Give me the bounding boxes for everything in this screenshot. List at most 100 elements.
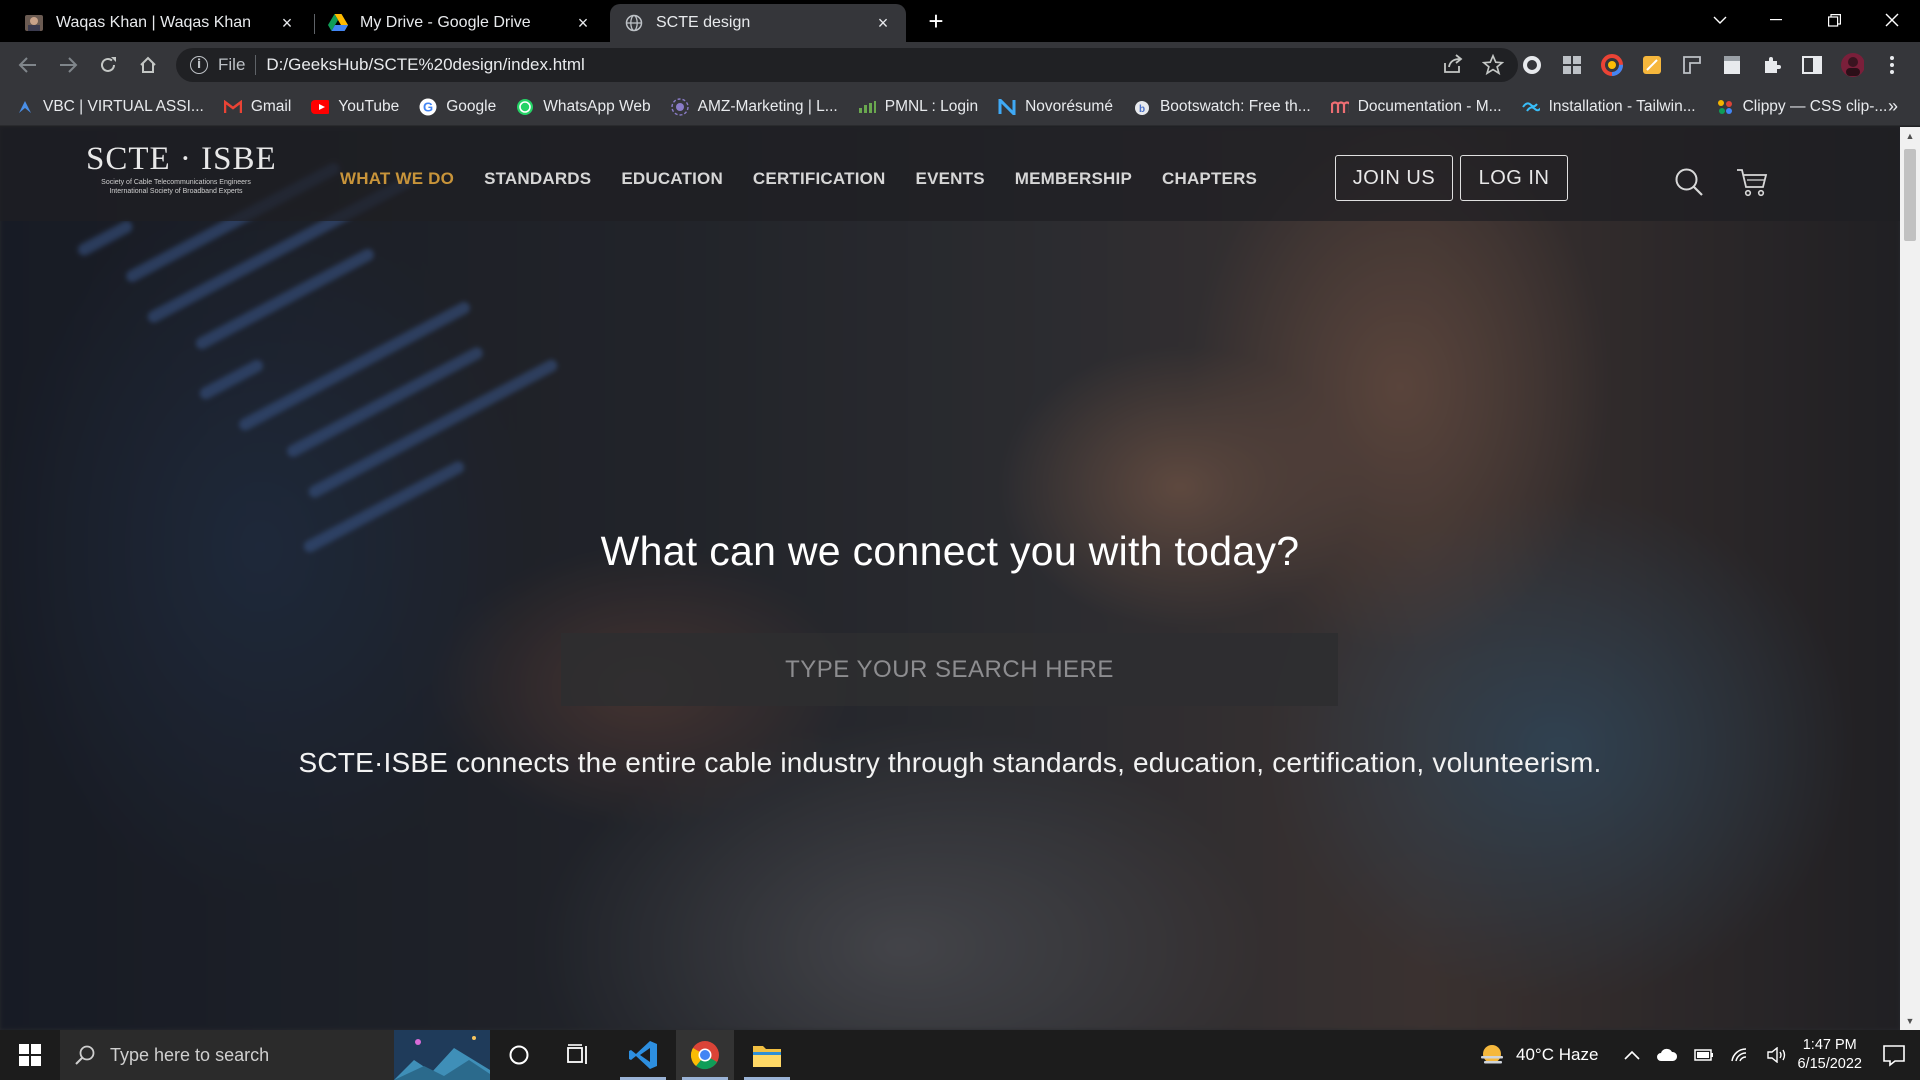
- amz-icon: [670, 97, 689, 116]
- forward-button[interactable]: [54, 51, 82, 79]
- bookmark-vbc[interactable]: VBC | VIRTUAL ASSI...: [16, 98, 204, 116]
- url-text[interactable]: D:/GeeksHub/SCTE%20design/index.html: [266, 55, 584, 75]
- bookmark-novoresume[interactable]: Novorésumé: [998, 98, 1113, 116]
- bookmark-clippy[interactable]: Clippy — CSS clip-...: [1716, 97, 1888, 116]
- tab-waqas-khan[interactable]: Waqas Khan | Waqas Khan ×: [10, 4, 310, 42]
- join-us-button[interactable]: JOIN US: [1335, 155, 1453, 201]
- extension-circle-icon[interactable]: [1520, 53, 1544, 77]
- start-button[interactable]: [0, 1030, 60, 1080]
- windows-logo-icon: [19, 1044, 41, 1066]
- scroll-up-arrow-icon[interactable]: ▲: [1900, 127, 1920, 145]
- nav-education[interactable]: EDUCATION: [621, 169, 723, 189]
- extension-page-icon[interactable]: [1720, 53, 1744, 77]
- taskbar-search-placeholder: Type here to search: [110, 1044, 270, 1065]
- windows-taskbar: Type here to search 40°C Haze 1:47 PM 6/…: [0, 1030, 1920, 1080]
- bookmark-label: WhatsApp Web: [543, 97, 651, 115]
- system-tray: [1624, 1030, 1788, 1080]
- chevron-up-icon[interactable]: [1624, 1050, 1640, 1060]
- tab-title: My Drive - Google Drive: [360, 14, 531, 31]
- bookmark-label: Novorésumé: [1025, 97, 1113, 115]
- extension-layout-icon[interactable]: [1680, 53, 1704, 77]
- bookmark-materialize[interactable]: Documentation - M...: [1330, 98, 1502, 116]
- google-icon: G: [419, 98, 437, 116]
- close-icon[interactable]: ×: [574, 14, 592, 32]
- scte-isbe-logo[interactable]: SCTE · ISBE Society of Cable Telecommuni…: [86, 141, 276, 196]
- bookmark-youtube[interactable]: YouTube: [311, 98, 399, 116]
- chrome-menu-icon[interactable]: [1880, 53, 1904, 77]
- taskbar-file-explorer[interactable]: [738, 1030, 796, 1080]
- extension-color-picker-icon[interactable]: [1600, 53, 1624, 77]
- tab-scte-design[interactable]: SCTE design ×: [610, 4, 906, 42]
- browser-toolbar: i File D:/GeeksHub/SCTE%20design/index.h…: [0, 42, 1920, 88]
- battery-icon[interactable]: [1694, 1048, 1714, 1062]
- info-icon[interactable]: i: [190, 56, 208, 74]
- taskbar-vscode[interactable]: [614, 1030, 672, 1080]
- extension-grid-icon[interactable]: [1560, 53, 1584, 77]
- bookmark-star-icon[interactable]: [1481, 53, 1505, 81]
- onedrive-cloud-icon[interactable]: [1656, 1048, 1678, 1062]
- new-tab-button[interactable]: +: [922, 8, 950, 36]
- chrome-icon: [690, 1041, 719, 1070]
- gmail-icon: [223, 98, 242, 116]
- bookmark-label: Clippy — CSS clip-...: [1742, 97, 1888, 115]
- bookmark-label: Installation - Tailwin...: [1548, 97, 1696, 115]
- bookmark-tailwind[interactable]: Installation - Tailwin...: [1521, 97, 1696, 116]
- materialize-icon: [1330, 98, 1349, 116]
- weather-haze-icon: [1481, 1045, 1503, 1064]
- hero-search-input[interactable]: [561, 633, 1338, 706]
- nav-certification[interactable]: CERTIFICATION: [753, 169, 886, 189]
- bookmark-pmnl[interactable]: PMNL : Login: [858, 98, 978, 116]
- notification-center-icon[interactable]: [1882, 1043, 1906, 1067]
- tab-search-chevron-icon[interactable]: [1700, 0, 1740, 40]
- more-bookmarks-button[interactable]: »: [1888, 96, 1898, 117]
- home-button[interactable]: [134, 51, 162, 79]
- extensions-puzzle-icon[interactable]: [1760, 53, 1784, 77]
- extension-note-icon[interactable]: [1640, 53, 1664, 77]
- taskbar-chrome[interactable]: [676, 1030, 734, 1080]
- task-view-button[interactable]: [550, 1030, 608, 1080]
- tab-google-drive[interactable]: My Drive - Google Drive ×: [314, 4, 606, 42]
- bootswatch-icon: b: [1133, 98, 1151, 116]
- bookmarks-bar: VBC | VIRTUAL ASSI... Gmail YouTube G Go…: [0, 88, 1920, 126]
- share-icon[interactable]: [1442, 54, 1464, 81]
- nav-events[interactable]: EVENTS: [916, 169, 985, 189]
- bookmark-label: Gmail: [250, 97, 292, 115]
- side-panel-icon[interactable]: [1800, 53, 1824, 77]
- restore-button[interactable]: [1814, 0, 1854, 40]
- taskbar-clock[interactable]: 1:47 PM 6/15/2022: [1797, 1036, 1862, 1074]
- google-drive-icon: [328, 13, 348, 33]
- close-icon[interactable]: ×: [874, 14, 892, 32]
- address-bar[interactable]: i File D:/GeeksHub/SCTE%20design/index.h…: [176, 48, 1518, 82]
- close-window-button[interactable]: [1872, 0, 1912, 40]
- bookmark-google[interactable]: G Google: [419, 98, 496, 116]
- nav-membership[interactable]: MEMBERSHIP: [1015, 169, 1132, 189]
- page-viewport: SCTE · ISBE Society of Cable Telecommuni…: [0, 127, 1900, 1030]
- bookmark-bootswatch[interactable]: b Bootswatch: Free th...: [1133, 98, 1311, 116]
- omnibox-divider: [255, 55, 257, 75]
- minimize-button[interactable]: [1756, 0, 1796, 40]
- bookmark-whatsapp[interactable]: WhatsApp Web: [516, 97, 651, 116]
- vscode-icon: [629, 1041, 657, 1069]
- log-in-button[interactable]: LOG IN: [1460, 155, 1568, 201]
- wifi-icon[interactable]: [1730, 1047, 1750, 1063]
- hero-search-box[interactable]: [561, 633, 1338, 706]
- taskbar-search[interactable]: Type here to search: [60, 1030, 490, 1080]
- cart-icon[interactable]: [1736, 167, 1768, 199]
- reload-button[interactable]: [94, 51, 122, 79]
- scroll-thumb[interactable]: [1904, 149, 1916, 241]
- page-scrollbar[interactable]: ▲ ▼: [1900, 127, 1920, 1030]
- bookmark-amz-marketing[interactable]: AMZ-Marketing | L...: [670, 97, 838, 116]
- nav-chapters[interactable]: CHAPTERS: [1162, 169, 1257, 189]
- search-icon[interactable]: [1674, 167, 1706, 199]
- close-icon[interactable]: ×: [278, 14, 296, 32]
- scroll-down-arrow-icon[interactable]: ▼: [1900, 1012, 1920, 1030]
- volume-icon[interactable]: [1766, 1047, 1788, 1063]
- profile-avatar[interactable]: [1840, 53, 1864, 77]
- weather-widget[interactable]: 40°C Haze: [1478, 1030, 1598, 1080]
- back-button[interactable]: [14, 51, 42, 79]
- folder-icon: [753, 1046, 781, 1067]
- nav-what-we-do[interactable]: WHAT WE DO: [340, 169, 454, 189]
- bookmark-gmail[interactable]: Gmail: [223, 97, 292, 116]
- cortana-button[interactable]: [490, 1030, 548, 1080]
- nav-standards[interactable]: STANDARDS: [484, 169, 591, 189]
